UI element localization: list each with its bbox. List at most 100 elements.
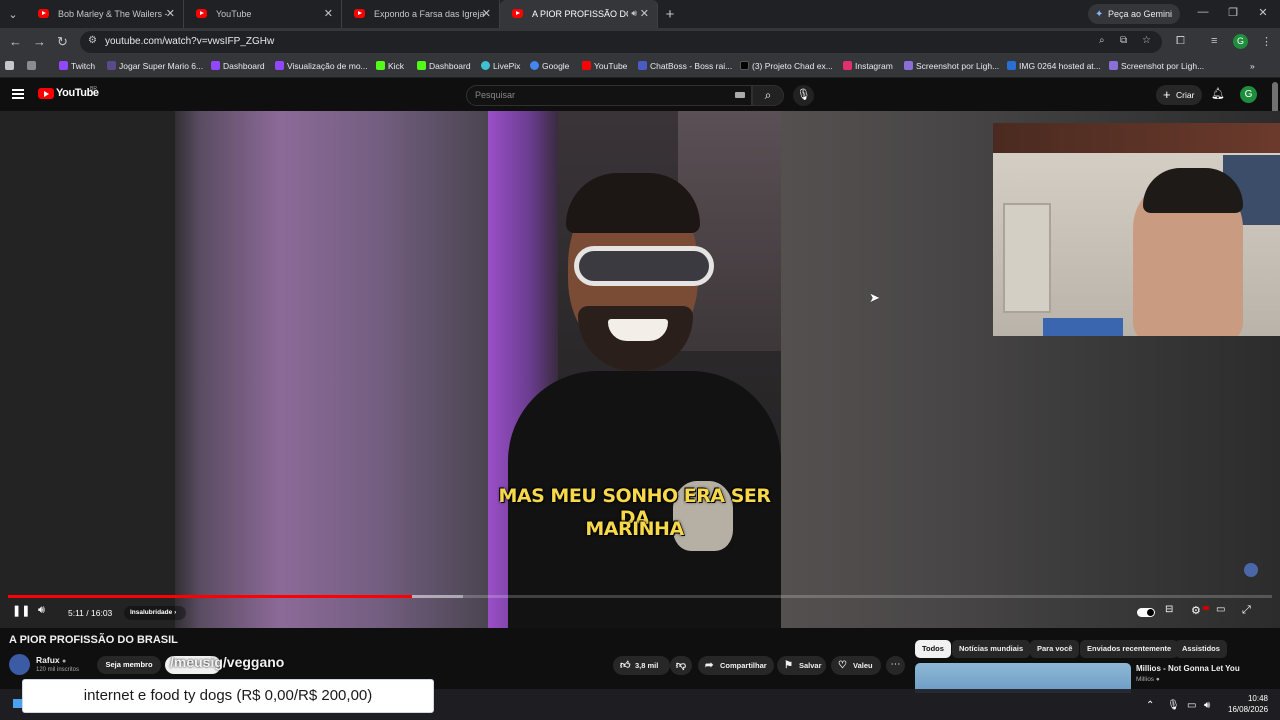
network-icon[interactable]: ▭ bbox=[1187, 700, 1196, 711]
back-icon[interactable]: ← bbox=[9, 34, 22, 49]
bookmark-item[interactable]: IMG 0264 hosted at... bbox=[1007, 61, 1101, 71]
video-player[interactable]: MAS MEU SONHO ERA SER DA MARINHA ➤ ❚❚ 🔊︎… bbox=[0, 111, 1280, 628]
bookmark-item[interactable]: Dashboard bbox=[211, 61, 265, 71]
pause-icon[interactable]: ❚❚ bbox=[12, 604, 30, 617]
fullscreen-icon[interactable]: ⤢ bbox=[1242, 604, 1251, 617]
join-membership-button[interactable]: Seja membro bbox=[97, 656, 161, 674]
gemini-button[interactable]: Peça ao Gemini bbox=[1088, 4, 1181, 24]
x-icon bbox=[740, 61, 749, 70]
tab-search-chevron-icon[interactable]: ⌄ bbox=[0, 0, 26, 28]
tab-title: YouTube bbox=[216, 9, 252, 19]
filter-chip[interactable]: Enviados recentemente bbox=[1080, 640, 1179, 658]
subtitles-icon[interactable]: ⊟ bbox=[1165, 604, 1173, 615]
bookmark-item[interactable]: Google bbox=[530, 61, 569, 71]
close-tab-icon[interactable]: ✕ bbox=[166, 7, 175, 20]
browser-tab[interactable]: Expondo a Farsa das Igrejas Eva ✕ bbox=[342, 0, 500, 28]
close-tab-icon[interactable]: ✕ bbox=[482, 7, 491, 20]
close-window-icon[interactable]: ✕ bbox=[1248, 6, 1278, 19]
browser-tab[interactable]: Bob Marley & The Wailers - Exo ✕ bbox=[26, 0, 184, 28]
youtube-favicon-icon bbox=[354, 9, 365, 18]
bookmark-item[interactable]: Screenshot por Ligh... bbox=[1109, 61, 1204, 71]
like-button[interactable]: 👍︎ 3,8 mil bbox=[613, 656, 670, 675]
channel-avatar[interactable] bbox=[9, 654, 30, 675]
browser-tab-active[interactable]: A PIOR PROFISSÃO DO BRA 🔊︎ ✕ bbox=[500, 0, 658, 28]
bookmark-item[interactable]: Screenshot por Ligh... bbox=[904, 61, 999, 71]
url-text[interactable]: youtube.com/watch?v=vwsIFP_ZGHw bbox=[105, 36, 274, 47]
chapter-label: Insalubridade bbox=[130, 609, 173, 616]
theater-mode-icon[interactable]: ▭ bbox=[1216, 604, 1225, 615]
settings-gear-icon[interactable]: ⚙ bbox=[1191, 604, 1201, 617]
thanks-button[interactable]: ♡ Valeu bbox=[831, 656, 881, 675]
bookmark-item[interactable]: Visualização de mo... bbox=[275, 61, 368, 71]
more-bookmarks-icon[interactable]: » bbox=[1250, 61, 1255, 71]
voice-search-icon[interactable]: 🎙︎ bbox=[793, 85, 814, 106]
audio-playing-icon[interactable]: 🔊︎ bbox=[631, 8, 637, 19]
reload-icon[interactable]: ↻ bbox=[57, 34, 68, 50]
close-tab-icon[interactable]: ✕ bbox=[640, 7, 649, 20]
chapter-button[interactable]: Insalubridade › bbox=[124, 606, 187, 620]
video-subtitle-line: MARINHA bbox=[585, 518, 684, 540]
forward-icon[interactable]: → bbox=[33, 34, 46, 49]
youtube-icon bbox=[582, 61, 591, 70]
browser-menu-icon[interactable]: ⋮ bbox=[1261, 35, 1272, 48]
search-input[interactable]: Pesquisar bbox=[466, 85, 752, 106]
recommended-video-title[interactable]: Millios - Not Gonna Let You bbox=[1136, 664, 1240, 673]
recommended-video-channel[interactable]: Millios ● bbox=[1136, 676, 1160, 683]
filter-chip[interactable]: Para você bbox=[1030, 640, 1080, 658]
filter-chip[interactable]: Assistidos bbox=[1175, 640, 1227, 658]
notifications-bell-icon[interactable]: 🔔︎ bbox=[1211, 87, 1225, 100]
filter-chip[interactable]: Todos bbox=[915, 640, 951, 658]
google-icon bbox=[530, 61, 539, 70]
profile-avatar[interactable]: G bbox=[1233, 34, 1248, 49]
filter-chip[interactable]: Notícias mundiais bbox=[952, 640, 1031, 658]
restore-icon[interactable]: ❐ bbox=[1218, 6, 1248, 19]
bookmarks-bar: Twitch Jogar Super Mario 6... Dashboard … bbox=[0, 56, 1280, 78]
address-bar[interactable]: ⚙ youtube.com/watch?v=vwsIFP_ZGHw ⌕ ⧉ ☆ bbox=[80, 31, 1162, 53]
share-button[interactable]: ➦ Compartilhar bbox=[698, 656, 774, 675]
site-info-icon[interactable]: ⚙ bbox=[88, 35, 97, 46]
media-controls-icon[interactable]: ≡ bbox=[1211, 35, 1217, 47]
bookmark-item[interactable]: Twitch bbox=[59, 61, 95, 71]
youtube-logo-icon[interactable] bbox=[38, 88, 54, 99]
volume-icon[interactable]: 🔊︎ bbox=[38, 604, 45, 617]
more-actions-icon[interactable]: ⋯ bbox=[886, 656, 905, 675]
channel-watermark-icon[interactable] bbox=[1244, 563, 1258, 577]
thumbs-up-icon: 👍︎ bbox=[620, 660, 631, 671]
channel-name[interactable]: Rafux ● bbox=[36, 655, 66, 665]
menu-icon[interactable] bbox=[12, 89, 24, 99]
windows-start-icon[interactable] bbox=[13, 699, 22, 708]
create-button[interactable]: Criar bbox=[1156, 85, 1202, 105]
bookmark-item[interactable]: ChatBoss - Boss rai... bbox=[638, 61, 732, 71]
youtube-header: YouTube BR Pesquisar ⌕ 🎙︎ Criar 🔔︎ G bbox=[0, 78, 1280, 111]
keyboard-icon[interactable] bbox=[735, 92, 745, 98]
twitch-icon bbox=[275, 61, 284, 70]
bookmark-item[interactable]: Kick bbox=[376, 61, 404, 71]
microphone-icon[interactable]: 🎙︎ bbox=[1167, 700, 1180, 711]
bookmark-item[interactable]: Jogar Super Mario 6... bbox=[107, 61, 203, 71]
install-app-icon[interactable]: ⧉ bbox=[1120, 35, 1127, 46]
browser-toolbar: ← → ↻ ⚙ youtube.com/watch?v=vwsIFP_ZGHw … bbox=[0, 28, 1280, 56]
volume-tray-icon[interactable]: 🔊︎ bbox=[1204, 700, 1210, 711]
tab-title: Expondo a Farsa das Igrejas Eva bbox=[374, 9, 484, 19]
browser-tab[interactable]: YouTube ✕ bbox=[184, 0, 342, 28]
bookmark-item[interactable]: LivePix bbox=[481, 61, 520, 71]
dislike-button[interactable]: 👎︎ bbox=[670, 656, 692, 675]
minimize-icon[interactable]: — bbox=[1188, 6, 1218, 18]
progress-bar[interactable] bbox=[8, 595, 1272, 598]
bookmark-star-icon[interactable]: ☆ bbox=[1142, 35, 1151, 46]
search-button[interactable]: ⌕ bbox=[752, 85, 784, 106]
bookmark-item[interactable]: Dashboard bbox=[417, 61, 471, 71]
extensions-icon[interactable]: ⧠ bbox=[1176, 35, 1185, 48]
tray-chevron-icon[interactable]: ⌃ bbox=[1146, 700, 1154, 711]
save-button[interactable]: ⚑ Salvar bbox=[777, 656, 826, 675]
kick-icon bbox=[376, 61, 385, 70]
bookmark-item[interactable]: Instagram bbox=[843, 61, 893, 71]
close-tab-icon[interactable]: ✕ bbox=[324, 7, 333, 20]
bookmark-item[interactable]: (3) Projeto Chad ex... bbox=[740, 61, 833, 71]
zoom-icon[interactable]: ⌕ bbox=[1099, 35, 1105, 46]
account-avatar[interactable]: G bbox=[1240, 86, 1257, 103]
new-tab-icon[interactable]: + bbox=[658, 6, 682, 23]
autoplay-toggle[interactable] bbox=[1137, 608, 1155, 617]
taskbar-clock[interactable]: 10:48 16/08/2026 bbox=[1228, 693, 1268, 715]
bookmark-item[interactable]: YouTube bbox=[582, 61, 627, 71]
